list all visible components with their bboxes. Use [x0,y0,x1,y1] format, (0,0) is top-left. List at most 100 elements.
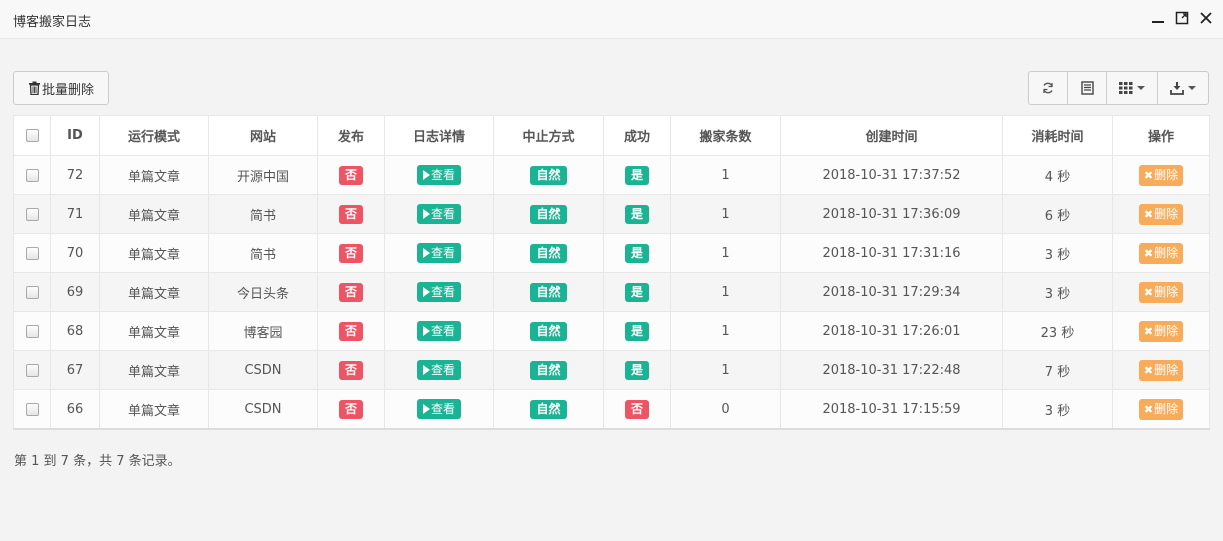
play-icon [422,326,430,336]
delete-row-button[interactable]: ✖ 删除 [1138,320,1184,342]
cell-stop-mode: 自然 [493,272,604,312]
view-log-button[interactable]: 查看 [416,282,461,302]
view-log-button[interactable]: 查看 [416,165,461,185]
view-label: 查看 [430,402,455,416]
play-icon [422,170,430,180]
cell-success: 是 [603,350,671,390]
header-count[interactable]: 搬家条数 [670,115,781,156]
stop-mode-badge: 自然 [530,165,567,185]
stop-mode-badge: 自然 [530,321,567,341]
view-label: 查看 [430,246,455,260]
play-icon [422,404,430,414]
cell-publish: 否 [317,233,385,273]
cell-created: 2018-10-31 17:31:16 [780,233,1003,273]
header-stop-mode[interactable]: 中止方式 [493,115,604,156]
view-log-button[interactable]: 查看 [416,204,461,224]
cell-publish: 否 [317,389,385,430]
window-titlebar: 博客搬家日志 [0,0,1223,39]
table-row: 66 单篇文章 CSDN 否 查看 自然 否 0 2018-10-31 17:15:59 3 秒 ✖… [13,389,1210,430]
view-log-button[interactable]: 查看 [416,399,461,419]
header-publish[interactable]: 发布 [317,115,385,156]
view-label: 查看 [430,285,455,299]
row-checkbox[interactable] [25,324,39,338]
header-site[interactable]: 网站 [208,115,318,156]
header-success[interactable]: 成功 [603,115,671,156]
pagination-info: 第 1 到 7 条，共 7 条记录。 [14,454,181,469]
trash-icon [28,81,40,95]
delete-row-button[interactable]: ✖ 删除 [1138,242,1184,264]
cell-id: 71 [50,194,100,234]
cell-mode: 单篇文章 [99,155,209,195]
cell-created: 2018-10-31 17:37:52 [780,155,1003,195]
cell-stop-mode: 自然 [493,350,604,390]
cell-log-detail: 查看 [384,272,494,312]
success-badge: 是 [624,321,649,341]
header-elapsed[interactable]: 消耗时间 [1002,115,1113,156]
cell-elapsed: 6 秒 [1002,194,1113,234]
minimize-icon[interactable] [1151,11,1165,25]
cell-actions: ✖ 删除 [1112,272,1210,312]
delete-row-button[interactable]: ✖ 删除 [1138,359,1184,381]
refresh-icon [1043,82,1053,94]
cell-count: 1 [670,233,781,273]
maximize-icon[interactable] [1175,11,1189,25]
header-mode[interactable]: 运行模式 [99,115,209,156]
select-all-checkbox[interactable] [25,129,39,142]
row-checkbox[interactable] [25,168,39,182]
row-checkbox[interactable] [25,246,39,260]
row-checkbox[interactable] [25,402,39,416]
stop-mode-badge: 自然 [530,243,567,263]
cell-mode: 单篇文章 [99,194,209,234]
table-header-row: ID 运行模式 网站 发布 日志详情 中止方式 成功 搬家条数 创建时间 消耗时… [13,115,1210,156]
cell-publish: 否 [317,311,385,351]
main-content: 批量删除 ID 运行模式 网站 发布 日志详情 中止方式 成功 搬家条数 创建时… [0,40,1223,541]
cell-publish: 否 [317,272,385,312]
close-icon[interactable] [1199,11,1213,25]
refresh-button[interactable] [1028,71,1068,105]
row-checkbox[interactable] [25,285,39,299]
cell-created: 2018-10-31 17:22:48 [780,350,1003,390]
cell-stop-mode: 自然 [493,311,604,351]
chevron-down-icon [1137,86,1145,90]
bulk-delete-label: 批量删除 [41,82,94,98]
cell-log-detail: 查看 [384,194,494,234]
cell-created: 2018-10-31 17:15:59 [780,389,1003,430]
export-button[interactable] [1157,71,1209,105]
publish-badge: 否 [338,321,363,341]
header-created[interactable]: 创建时间 [780,115,1003,156]
cell-publish: 否 [317,350,385,390]
cell-actions: ✖ 删除 [1112,194,1210,234]
close-icon: ✖ [1143,363,1154,377]
cell-log-detail: 查看 [384,155,494,195]
columns-button[interactable] [1106,71,1158,105]
delete-row-button[interactable]: ✖ 删除 [1138,398,1184,420]
table-row: 68 单篇文章 博客园否 查看 自然 是 1 2018-10-31 17:26:01 23 秒 ✖… [13,311,1210,351]
delete-row-button[interactable]: ✖ 删除 [1138,281,1184,303]
delete-row-button[interactable]: ✖ 删除 [1138,203,1184,225]
window-controls [1151,11,1213,25]
row-checkbox[interactable] [25,363,39,377]
cell-site: CSDN [208,350,318,390]
row-checkbox[interactable] [25,207,39,221]
publish-badge: 否 [338,399,363,419]
cell-site: 博客园 [208,311,318,351]
play-icon [422,248,430,258]
cell-success: 是 [603,233,671,273]
success-badge: 是 [624,243,649,263]
cell-site: CSDN [208,389,318,430]
toggle-view-button[interactable] [1067,71,1107,105]
view-log-button[interactable]: 查看 [416,360,461,380]
row-select-cell [13,350,51,390]
delete-row-button[interactable]: ✖ 删除 [1138,164,1184,186]
cell-elapsed: 23 秒 [1002,311,1113,351]
view-log-button[interactable]: 查看 [416,243,461,263]
header-id[interactable]: ID [50,115,100,156]
cell-id: 66 [50,389,100,430]
row-select-cell [13,272,51,312]
header-log-detail[interactable]: 日志详情 [384,115,494,156]
bulk-delete-button[interactable]: 批量删除 [13,71,109,105]
view-log-button[interactable]: 查看 [416,321,461,341]
cell-stop-mode: 自然 [493,155,604,195]
play-icon [422,365,430,375]
cell-count: 1 [670,311,781,351]
